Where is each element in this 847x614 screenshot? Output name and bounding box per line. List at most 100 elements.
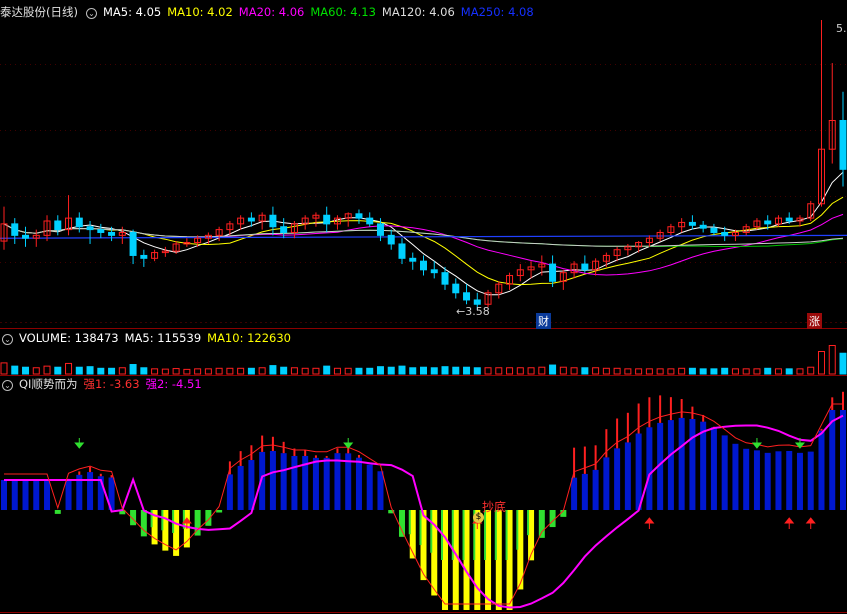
indicator-header-value-0: 强1: -3.63 bbox=[83, 377, 140, 391]
volume-bar bbox=[75, 366, 83, 375]
candle-body bbox=[549, 263, 557, 282]
candle-body bbox=[420, 260, 427, 271]
indicator-bar bbox=[581, 473, 588, 510]
volume-bar bbox=[409, 367, 417, 375]
volume-bar bbox=[215, 367, 223, 375]
indicator-bar bbox=[291, 455, 298, 510]
volume-bar bbox=[559, 366, 567, 375]
volume-bar bbox=[645, 368, 653, 375]
volume-bar bbox=[86, 366, 94, 375]
volume-header-value-2: MA10: 122630 bbox=[207, 331, 291, 345]
candle-body bbox=[699, 224, 707, 229]
indicator-bar bbox=[398, 510, 405, 537]
volume-bar bbox=[301, 367, 309, 375]
indicator-bar bbox=[323, 457, 330, 510]
candle-body bbox=[409, 257, 417, 262]
stock-name: 泰达股份 bbox=[0, 5, 46, 19]
indicator-panel-header: ⌄ QI顺势而为 强1: -3.63 强2: -4.51 bbox=[0, 376, 214, 392]
bottom-signal-label: 抄底 bbox=[482, 500, 507, 514]
volume-bar bbox=[688, 367, 696, 375]
indicator-bar bbox=[1, 480, 7, 510]
candle-body bbox=[376, 223, 384, 236]
volume-bar bbox=[581, 367, 589, 375]
volume-bar bbox=[506, 367, 514, 375]
stock-chart[interactable] bbox=[0, 0, 847, 614]
price-header-value-4: MA120: 4.06 bbox=[381, 5, 455, 19]
volume-bar bbox=[172, 368, 180, 375]
volume-bars bbox=[0, 345, 847, 375]
candle-body bbox=[839, 119, 847, 170]
indicator-bar bbox=[678, 417, 685, 510]
indicator-bar bbox=[721, 435, 728, 510]
indicator-bar bbox=[269, 450, 276, 510]
indicator-bar bbox=[732, 443, 739, 510]
volume-bar bbox=[129, 364, 137, 375]
indicator-name: QI顺势而为 bbox=[19, 377, 78, 391]
volume-bar bbox=[774, 368, 782, 375]
candle-body bbox=[721, 231, 729, 236]
volume-bar bbox=[656, 368, 664, 375]
indicator-bar bbox=[710, 427, 717, 510]
candle-body bbox=[140, 254, 148, 259]
indicator-bar bbox=[807, 451, 814, 510]
indicator-bar bbox=[280, 453, 287, 510]
settings-toggle-icon[interactable]: ⌄ bbox=[2, 334, 13, 345]
finance-badge[interactable]: 财 bbox=[536, 313, 551, 329]
candle-body bbox=[688, 221, 696, 226]
indicator-bar bbox=[366, 464, 373, 510]
indicator-bar bbox=[689, 419, 696, 510]
volume-bar bbox=[269, 365, 277, 375]
volume-bar bbox=[43, 365, 51, 375]
sell-arrow-icon bbox=[343, 438, 354, 449]
indicator-bar bbox=[11, 480, 18, 510]
volume-bar bbox=[323, 365, 331, 375]
indicator-bar bbox=[22, 480, 29, 510]
candle-body bbox=[463, 292, 471, 301]
volume-bar bbox=[742, 368, 750, 375]
indicator-bar bbox=[743, 448, 750, 510]
indicator-bar bbox=[764, 452, 771, 510]
low-price-label: ←3.58 bbox=[456, 305, 490, 318]
volume-bar bbox=[194, 368, 202, 375]
volume-bar bbox=[624, 368, 632, 375]
candle-body bbox=[323, 214, 331, 225]
candle-body bbox=[430, 269, 438, 274]
moving-average-lines bbox=[0, 171, 847, 296]
volume-bar bbox=[161, 368, 169, 375]
volume-bar bbox=[226, 367, 234, 375]
indicator-bars bbox=[1, 391, 846, 610]
volume-bar bbox=[32, 367, 40, 375]
volume-bar bbox=[65, 362, 73, 375]
candle-body bbox=[366, 217, 374, 225]
candle-body bbox=[11, 223, 19, 236]
volume-bar bbox=[290, 367, 298, 375]
buy-arrow-icon bbox=[644, 517, 655, 529]
indicator-bar bbox=[624, 442, 631, 510]
indicator-bar bbox=[538, 510, 545, 538]
settings-toggle-icon[interactable]: ⌄ bbox=[85, 8, 97, 19]
settings-toggle-icon[interactable]: ⌄ bbox=[2, 380, 13, 391]
volume-bar bbox=[0, 362, 8, 375]
volume-bar bbox=[721, 367, 729, 375]
indicator-bar bbox=[65, 479, 72, 510]
volume-panel-header: ⌄ VOLUME: 138473 MA5: 115539 MA10: 122630 bbox=[0, 330, 303, 346]
volume-bar bbox=[699, 368, 707, 375]
indicator-bar bbox=[54, 510, 61, 514]
volume-bar bbox=[387, 366, 395, 375]
low-price-value: 3.58 bbox=[465, 305, 490, 318]
volume-bar bbox=[538, 366, 546, 375]
price-panel-header: 泰达股份(日线) ⌄ MA5: 4.05 MA10: 4.02 MA20: 4.06 MA… bbox=[0, 4, 546, 20]
candle-body bbox=[473, 299, 481, 305]
candle-body bbox=[97, 229, 105, 233]
candle-body bbox=[75, 217, 83, 228]
sell-arrow-icon bbox=[74, 438, 85, 449]
limit-up-badge[interactable]: 涨 bbox=[807, 313, 822, 329]
volume-bar bbox=[828, 345, 836, 375]
candle-body bbox=[452, 283, 460, 294]
candle-body bbox=[710, 227, 718, 233]
indicator-bar bbox=[603, 457, 610, 510]
volume-bar bbox=[796, 368, 804, 375]
indicator-bar bbox=[775, 451, 782, 510]
volume-bar bbox=[398, 365, 406, 375]
volume-bar bbox=[635, 368, 643, 375]
